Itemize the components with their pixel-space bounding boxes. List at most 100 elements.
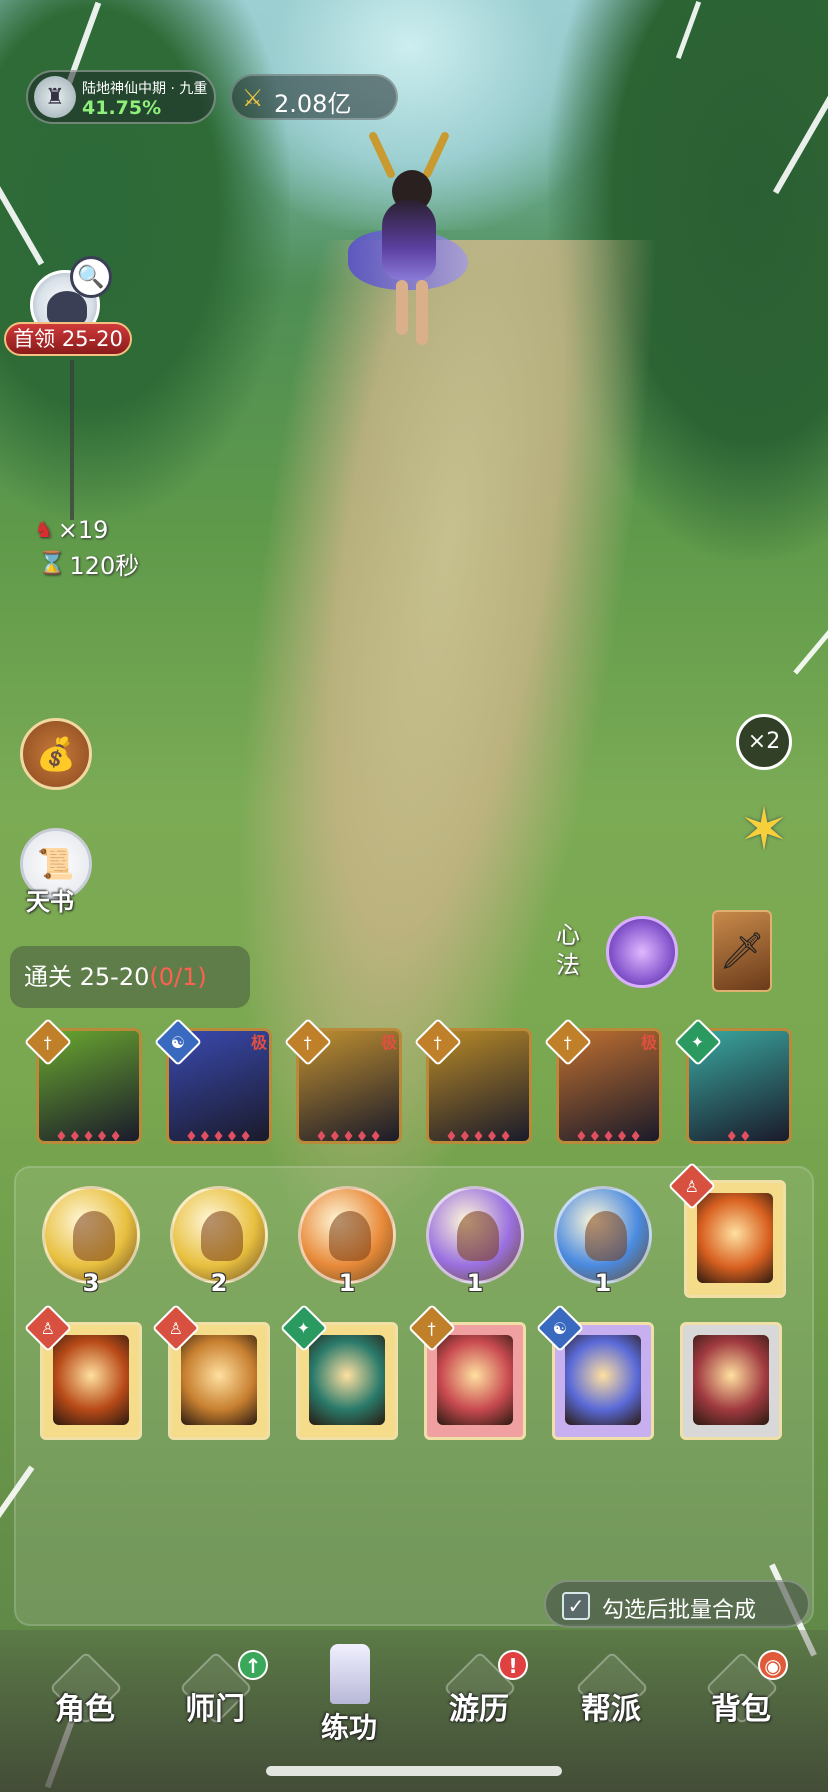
skill-stars: ♦♦♦♦♦ — [185, 1129, 253, 1145]
cultivation-orb[interactable]: 1 — [426, 1186, 524, 1297]
character-horn — [421, 130, 451, 180]
meditating-figure-icon — [201, 1211, 243, 1261]
palm-strike-art — [565, 1335, 641, 1425]
xinfa-label: 心法 — [556, 921, 580, 979]
kill-counter: ♞ ×19 — [34, 516, 108, 544]
speed-streak — [793, 625, 828, 675]
skill-card[interactable]: ♙ — [667, 1161, 786, 1298]
nav-label: 师门 — [185, 1692, 245, 1727]
upgrade-arrow-icon: ↑ — [238, 1650, 268, 1680]
meditating-figure-icon — [457, 1211, 499, 1261]
skill-card[interactable]: ✦ — [279, 1303, 398, 1440]
six-point-star-icon[interactable]: ✶ — [728, 790, 800, 870]
skill-stars: ♦♦♦♦♦ — [575, 1129, 643, 1145]
nav-tab-travel[interactable]: ! 游历 — [424, 1650, 534, 1770]
blade-slash-art — [437, 1335, 513, 1425]
skill-card[interactable]: ♙ — [151, 1303, 270, 1440]
nav-tab-sect[interactable]: ↑ 师门 — [160, 1650, 270, 1770]
magnifier-icon[interactable]: 🔍 — [70, 256, 112, 298]
speed-toggle-button[interactable]: ×2 — [736, 714, 792, 770]
realm-rank-panel[interactable]: ♜ 陆地神仙中期 · 九重 41.75% — [26, 70, 216, 124]
cultivation-orb[interactable]: 3 — [42, 1186, 140, 1297]
realm-progress: 41.75% — [82, 97, 162, 119]
player-character — [340, 130, 470, 360]
xinfa-button[interactable] — [606, 916, 678, 988]
equipped-skills-row: † ♦♦♦♦♦ ☯ 极 ♦♦♦♦♦ † 极 ♦♦♦♦♦ † ♦♦♦♦♦ † 极 … — [23, 1017, 796, 1148]
skill-slot[interactable]: † 极 ♦♦♦♦♦ — [543, 1017, 662, 1145]
combat-power-panel[interactable]: ⚔ 2.08亿 — [230, 74, 398, 120]
skill-grade-tag: 极 — [250, 1033, 267, 1052]
flame-lotus-art — [53, 1335, 129, 1425]
orb-count: 1 — [338, 1269, 356, 1297]
hourglass-icon: ⌛ — [38, 551, 66, 576]
character-leg — [416, 280, 428, 345]
stage-clear-bar: 通关 25-20(0/1) — [10, 946, 250, 1008]
skill-stars: ♦♦♦♦♦ — [55, 1129, 123, 1145]
meditating-figure-icon — [585, 1211, 627, 1261]
combat-power-value: 2.08亿 — [274, 90, 352, 118]
skill-slot[interactable]: ✦ ♦♦ — [673, 1017, 792, 1145]
orb-count: 2 — [210, 1269, 228, 1297]
sword-icon: 🗡 — [719, 931, 765, 972]
orb-count: 1 — [594, 1269, 612, 1297]
stage-clear-count: (0/1) — [149, 963, 207, 991]
realm-title: 陆地神仙中期 · 九重 — [82, 81, 208, 97]
skill-grade-tag: 极 — [640, 1033, 657, 1052]
wave-timer: ⌛ 120秒 — [38, 546, 139, 581]
demon-head-icon: ♞ — [34, 517, 54, 543]
wave-progress-track — [70, 360, 74, 520]
skill-stars: ♦♦♦♦♦ — [445, 1129, 513, 1145]
nav-label: 游历 — [449, 1692, 509, 1727]
nav-label: 背包 — [711, 1692, 771, 1727]
skill-card[interactable] — [680, 1322, 782, 1440]
batch-merge-toggle[interactable]: ✓ 勾选后批量合成 — [544, 1580, 810, 1628]
skill-slot[interactable]: ☯ 极 ♦♦♦♦♦ — [153, 1017, 272, 1145]
buddha-art — [697, 1193, 773, 1283]
skill-card[interactable]: † — [407, 1303, 526, 1440]
character-horn — [367, 130, 397, 180]
skill-card[interactable]: ♙ — [23, 1303, 142, 1440]
home-indicator[interactable] — [266, 1766, 562, 1776]
nav-tab-bag[interactable]: ◉ 背包 — [686, 1650, 796, 1770]
character-body — [382, 200, 436, 280]
skill-slot[interactable]: † ♦♦♦♦♦ — [23, 1017, 142, 1145]
jade-scroll-art — [309, 1335, 385, 1425]
cultivation-orb[interactable]: 1 — [554, 1186, 652, 1297]
skill-stars: ♦♦♦♦♦ — [315, 1129, 383, 1145]
nav-tab-training[interactable]: 练功 — [294, 1644, 404, 1770]
money-bag-icon: 💰 — [36, 735, 76, 773]
skill-slot[interactable]: † ♦♦♦♦♦ — [413, 1017, 532, 1145]
weapon-button[interactable]: 🗡 — [712, 910, 772, 992]
orb-count: 1 — [466, 1269, 484, 1297]
cultivation-orb[interactable]: 1 — [298, 1186, 396, 1297]
batch-merge-label: 勾选后批量合成 — [602, 1598, 757, 1623]
skill-stars: ♦♦ — [725, 1129, 753, 1145]
character-leg — [396, 280, 408, 335]
training-dummy-icon — [330, 1644, 370, 1704]
crossed-swords-icon: ⚔ — [242, 84, 264, 112]
fire-orb-art — [181, 1335, 257, 1425]
checkbox-checked-icon[interactable]: ✓ — [562, 1592, 590, 1620]
nav-label: 练功 — [320, 1711, 377, 1744]
crimson-swirl-art — [693, 1335, 769, 1425]
kill-count: ×19 — [57, 516, 109, 544]
heavenly-book-label: 天书 — [26, 888, 74, 916]
skill-card[interactable]: ☯ — [535, 1303, 654, 1440]
nav-tab-guild[interactable]: 帮派 — [556, 1650, 666, 1770]
stage-clear-label: 通关 25-20 — [24, 963, 150, 991]
scroll-icon: 📜 — [37, 846, 75, 882]
cultivation-orb[interactable]: 2 — [170, 1186, 268, 1297]
orb-count: 3 — [82, 1269, 100, 1297]
boss-stage-label: 首领 25-20 — [4, 322, 132, 356]
timer-value: 120秒 — [69, 552, 140, 580]
money-bag-button[interactable]: 💰 — [20, 718, 92, 790]
nav-tab-character[interactable]: 角色 — [30, 1650, 140, 1770]
nav-label: 角色 — [55, 1692, 115, 1727]
skill-slot[interactable]: † 极 ♦♦♦♦♦ — [283, 1017, 402, 1145]
boss-helmet-icon — [47, 291, 87, 325]
coin-badge-icon: ◉ — [758, 1650, 788, 1680]
nav-label: 帮派 — [581, 1692, 641, 1727]
realm-avatar-icon: ♜ — [34, 76, 76, 118]
skill-grade-tag: 极 — [380, 1033, 397, 1052]
meditating-figure-icon — [329, 1211, 371, 1261]
